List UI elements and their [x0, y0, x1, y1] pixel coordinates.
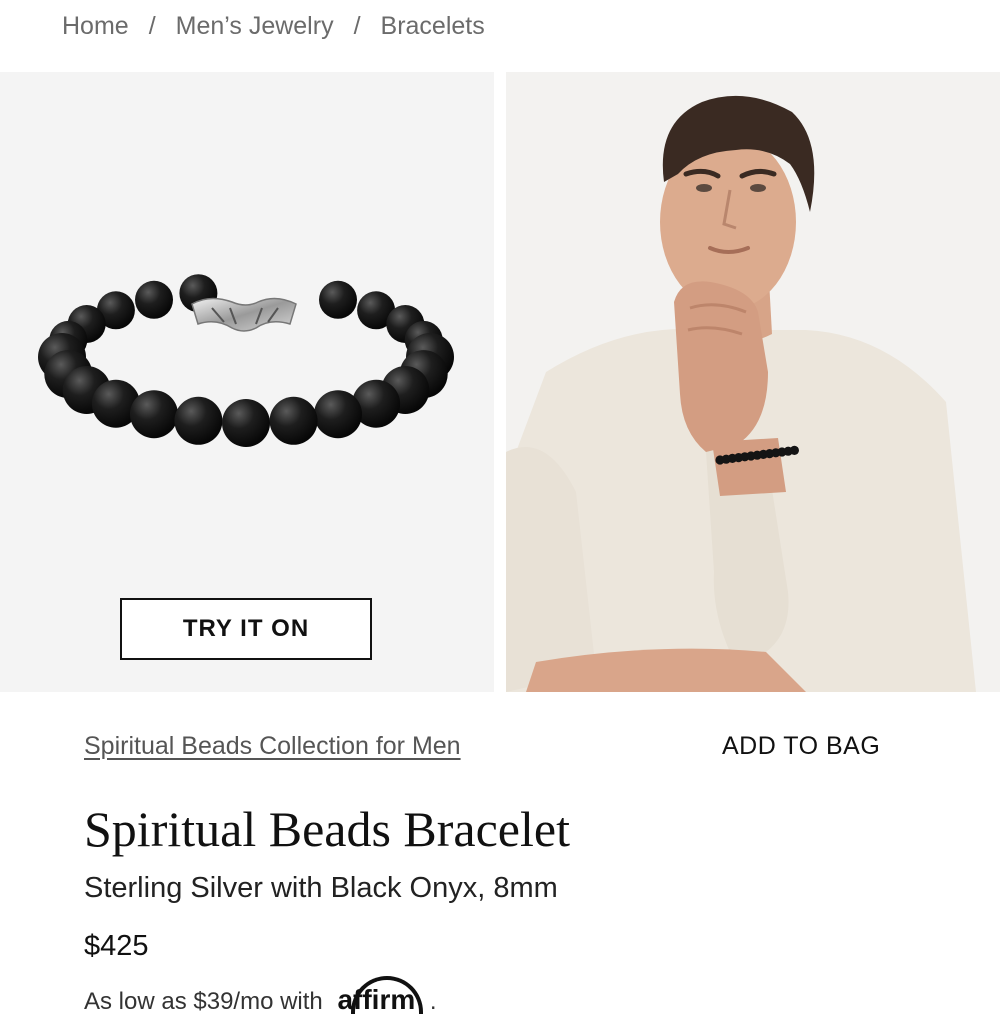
onyx-bead [269, 396, 318, 445]
financing-suffix: . [429, 988, 437, 1015]
try-it-on-button[interactable]: TRY IT ON [120, 598, 372, 660]
model-image-panel[interactable] [506, 72, 1000, 692]
add-to-bag-button[interactable]: ADD TO BAG [722, 732, 880, 761]
breadcrumb: Home / Men’s Jewelry / Bracelets [62, 10, 485, 42]
product-image-panel[interactable]: TRY IT ON [0, 72, 494, 692]
onyx-bead [174, 396, 223, 445]
silver-clasp [191, 297, 297, 332]
onyx-bead [319, 280, 357, 319]
financing-message: As low as $39/mo with affirm . [84, 976, 437, 1016]
breadcrumb-separator: / [148, 11, 156, 40]
affirm-logo-icon[interactable]: affirm [337, 976, 424, 1016]
breadcrumb-separator: / [353, 11, 361, 40]
bead-ring [38, 274, 454, 447]
breadcrumb-bracelets[interactable]: Bracelets [381, 12, 485, 41]
breadcrumb-mens-jewelry[interactable]: Men’s Jewelry [176, 12, 334, 41]
model-wearing-bracelet-image [506, 72, 1000, 692]
product-title: Spiritual Beads Bracelet [84, 801, 570, 857]
onyx-bead [314, 390, 362, 439]
onyx-bead [222, 399, 270, 447]
financing-prefix: As low as $39/mo with [84, 988, 323, 1015]
worn-bead [789, 445, 799, 455]
product-price: $425 [84, 930, 149, 962]
onyx-bead [130, 390, 178, 439]
collection-link[interactable]: Spiritual Beads Collection for Men [84, 732, 461, 761]
breadcrumb-home[interactable]: Home [62, 12, 129, 41]
product-subtitle: Sterling Silver with Black Onyx, 8mm [84, 872, 558, 904]
onyx-bead [135, 280, 173, 319]
